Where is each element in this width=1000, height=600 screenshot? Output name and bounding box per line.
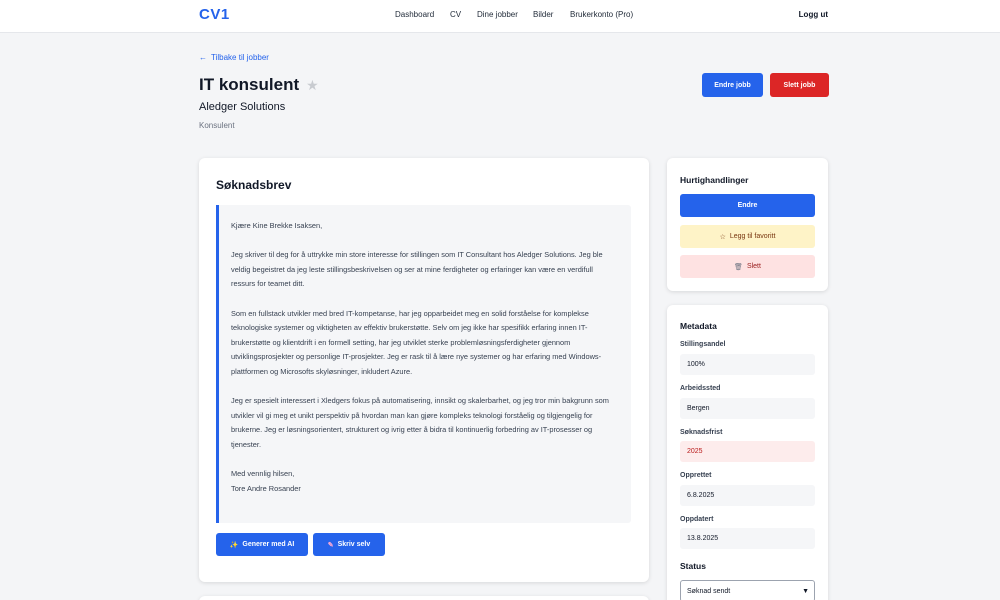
status-select[interactable]: Søknad sendt ▼ xyxy=(680,580,815,600)
status-heading: Status xyxy=(680,561,706,571)
letter-paragraph: Som en fullstack utvikler med bred IT-ko… xyxy=(231,308,602,376)
star-icon[interactable]: ★ xyxy=(306,77,319,94)
quick-delete-label: Slett xyxy=(746,263,761,270)
deadline-value: 2025 xyxy=(680,441,815,462)
logout-link[interactable]: Logg ut xyxy=(799,10,828,19)
letter-paragraph: Jeg er spesielt interessert i Xledgers f… xyxy=(231,396,609,449)
quick-actions-heading: Hurtighandlinger xyxy=(680,175,749,185)
generate-ai-button[interactable]: ✨ Generer med AI xyxy=(216,533,308,556)
meta-label: Søknadsfrist xyxy=(680,429,723,436)
meta-label: Arbeidssted xyxy=(680,385,721,392)
nav-link-account[interactable]: Brukerkonto (Pro) xyxy=(570,10,633,19)
back-link-label: Tilbake til jobber xyxy=(211,53,269,62)
meta-value: 13.8.2025 xyxy=(680,528,815,549)
pencil-icon: ✎ xyxy=(327,541,334,549)
arrow-left-icon: ← xyxy=(199,53,207,62)
metadata-card: Metadata Stillingsandel 100% Arbeidssted… xyxy=(667,305,828,600)
write-self-label: Skriv selv xyxy=(337,541,371,548)
meta-value: 6.8.2025 xyxy=(680,485,815,506)
letter-paragraph: Jeg skriver til deg for å uttrykke min s… xyxy=(231,250,603,289)
trash-icon: 🗑 xyxy=(734,263,743,271)
quick-delete-button[interactable]: 🗑 Slett xyxy=(680,255,815,278)
status-select-value: Søknad sendt xyxy=(687,587,731,595)
letter-signature: Tore Andre Rosander xyxy=(231,483,301,493)
add-favorite-label: Legg til favoritt xyxy=(729,233,776,240)
meta-value: Bergen xyxy=(680,398,815,419)
nav-link-dashboard[interactable]: Dashboard xyxy=(395,10,450,19)
metadata-heading: Metadata xyxy=(680,321,717,331)
nav-links: Dashboard CV Dine jobber Bilder Brukerko… xyxy=(395,10,633,19)
page-title: IT konsulent xyxy=(199,75,300,94)
delete-job-button[interactable]: Slett jobb xyxy=(770,73,829,97)
add-favorite-button[interactable]: ☆ Legg til favoritt xyxy=(680,225,815,248)
nav-link-cv[interactable]: CV xyxy=(450,10,477,19)
sparkles-icon: ✨ xyxy=(229,541,239,549)
chevron-down-icon: ▼ xyxy=(802,587,809,595)
nav-link-images[interactable]: Bilder xyxy=(533,10,570,19)
next-card xyxy=(199,596,649,600)
meta-value: 100% xyxy=(680,354,815,375)
cover-letter-heading: Søknadsbrev xyxy=(216,178,292,192)
company-name: Aledger Solutions xyxy=(199,101,286,113)
job-type: Konsulent xyxy=(199,121,235,130)
letter-closing: Med vennlig hilsen, xyxy=(231,469,295,479)
top-navbar: CV1 Dashboard CV Dine jobber Bilder Bruk… xyxy=(0,0,1000,33)
title-row: IT konsulent ★ xyxy=(199,75,319,95)
letter-greeting: Kjære Kine Brekke Isaksen, xyxy=(231,221,323,230)
meta-label: Oppdatert xyxy=(680,516,714,523)
write-self-button[interactable]: ✎ Skriv selv xyxy=(313,533,385,556)
back-link[interactable]: ← Tilbake til jobber xyxy=(199,53,269,62)
cover-letter-card: Søknadsbrev Kjære Kine Brekke Isaksen, J… xyxy=(199,158,649,582)
cover-letter-text: Kjære Kine Brekke Isaksen, Jeg skriver t… xyxy=(216,205,631,523)
generate-ai-label: Generer med AI xyxy=(242,541,295,548)
meta-label: Stillingsandel xyxy=(680,341,726,348)
meta-label: Opprettet xyxy=(680,472,712,479)
edit-job-button[interactable]: Endre jobb xyxy=(702,73,763,97)
brand-logo[interactable]: CV1 xyxy=(199,6,230,23)
quick-actions-card: Hurtighandlinger Endre ☆ Legg til favori… xyxy=(667,158,828,291)
star-outline-icon: ☆ xyxy=(719,233,726,241)
quick-edit-button[interactable]: Endre xyxy=(680,194,815,217)
nav-link-jobs[interactable]: Dine jobber xyxy=(477,10,533,19)
